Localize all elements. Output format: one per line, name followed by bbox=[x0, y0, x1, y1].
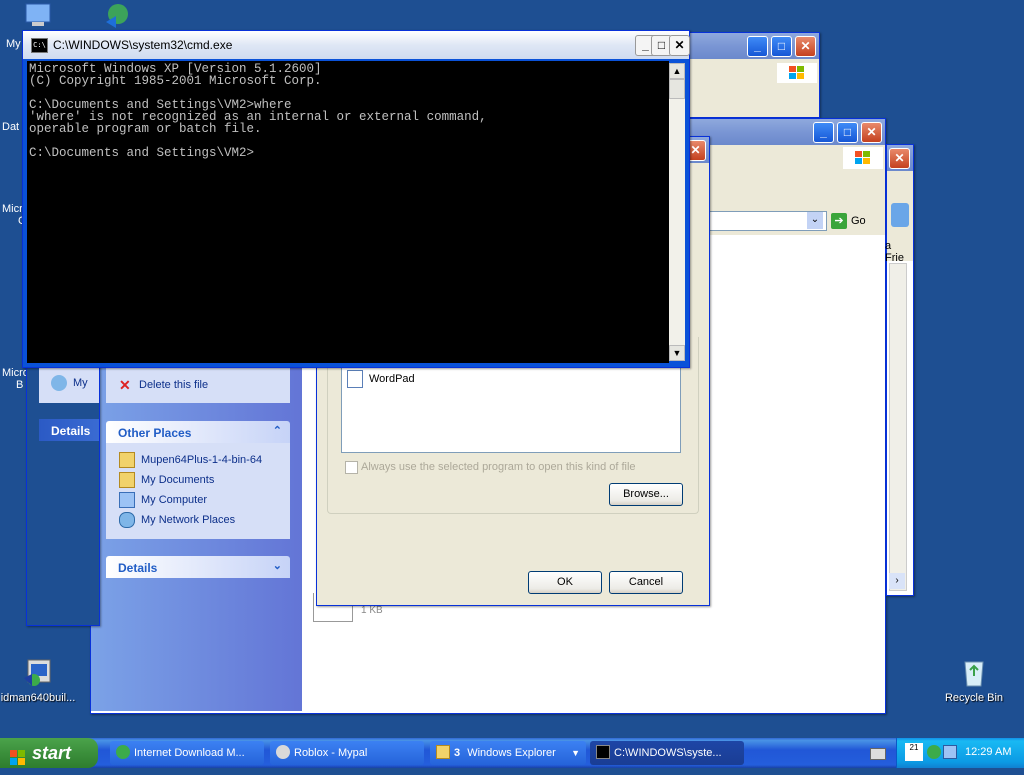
scroll-right-arrow[interactable]: › bbox=[889, 573, 905, 589]
scrollbar-right[interactable] bbox=[889, 263, 907, 591]
taskbar-btn-explorer-group[interactable]: 3 Windows Explorer ▼ bbox=[430, 741, 586, 765]
contacts-icon bbox=[891, 203, 909, 227]
taskbar-btn-label: Roblox - Mypal bbox=[294, 747, 368, 759]
minimize-button[interactable]: _ bbox=[747, 36, 768, 57]
details-header[interactable]: Details ⌄ bbox=[106, 556, 290, 578]
cmd-icon[interactable]: C:\ bbox=[31, 38, 48, 53]
ok-button[interactable]: OK bbox=[528, 571, 602, 594]
delete-icon: ✕ bbox=[119, 377, 131, 393]
scroll-up-arrow[interactable]: ▲ bbox=[669, 63, 685, 79]
recycle-bin-desktop-icon[interactable]: Recycle Bin bbox=[934, 656, 1014, 704]
scroll-down-arrow[interactable]: ▼ bbox=[669, 345, 685, 361]
close-button[interactable]: ✕ bbox=[861, 122, 882, 143]
place-label: My Network Places bbox=[141, 514, 236, 526]
dropdown-arrow-icon: ▼ bbox=[571, 748, 580, 758]
place-my-computer[interactable]: My Computer bbox=[119, 490, 207, 510]
cmd-icon bbox=[596, 745, 610, 759]
desktop-label-b: B bbox=[16, 379, 24, 391]
my-computer-icon bbox=[119, 492, 135, 508]
chevron-down-icon[interactable]: ⌄ bbox=[273, 559, 282, 572]
desktop-label-micro2: Micro bbox=[2, 367, 29, 379]
idm-icon bbox=[116, 745, 130, 759]
close-button[interactable]: ✕ bbox=[889, 148, 910, 169]
windows-logo-icon bbox=[777, 63, 817, 83]
cmd-titlebar[interactable]: C:\WINDOWS\system32\cmd.exe bbox=[23, 31, 689, 59]
network-places-icon bbox=[119, 512, 135, 528]
other-places-header[interactable]: Other Places ⌃ bbox=[106, 421, 290, 443]
go-arrow-icon: ➔ bbox=[831, 213, 847, 229]
delete-file-link[interactable]: ✕ Delete this file bbox=[119, 375, 208, 395]
details-left-title: Details bbox=[51, 424, 91, 438]
explorer-window-right: ✕ a Frie › bbox=[885, 144, 914, 596]
partial-friends-label: a Frie bbox=[885, 240, 904, 264]
installer-label: idman640buil... bbox=[0, 692, 76, 704]
maximize-button[interactable]: □ bbox=[771, 36, 792, 57]
place-my-documents[interactable]: My Documents bbox=[119, 470, 214, 490]
partial-my-label: My bbox=[73, 377, 88, 389]
windows-flag-icon bbox=[10, 745, 26, 765]
idman-installer-icon[interactable]: idman640buil... bbox=[0, 656, 78, 704]
maximize-button[interactable]: □ bbox=[837, 122, 858, 143]
cmd-window: C:\WINDOWS\system32\cmd.exe C:\ _ □ ✕ Mi… bbox=[22, 30, 690, 368]
browse-button[interactable]: Browse... bbox=[609, 483, 683, 506]
place-label: My Documents bbox=[141, 474, 215, 486]
place-mupen64[interactable]: Mupen64Plus-1-4-bin-64 bbox=[119, 450, 262, 470]
windows-logo-icon bbox=[843, 147, 883, 169]
details-title: Details bbox=[118, 561, 158, 575]
installer-icon bbox=[22, 656, 54, 688]
file-size-label: 1 KB bbox=[361, 605, 383, 616]
start-button[interactable]: start bbox=[0, 738, 98, 768]
taskbar-btn-cmd[interactable]: C:\WINDOWS\syste... bbox=[590, 741, 744, 765]
minimize-button[interactable]: _ bbox=[813, 122, 834, 143]
close-button[interactable]: ✕ bbox=[795, 36, 816, 57]
recycle-bin-icon bbox=[958, 656, 990, 688]
idm-tray-icon[interactable] bbox=[927, 745, 941, 759]
go-button[interactable]: ➔ Go bbox=[831, 212, 881, 230]
go-label: Go bbox=[851, 215, 866, 227]
start-label: start bbox=[32, 743, 72, 763]
place-network[interactable]: My Network Places bbox=[119, 510, 235, 530]
ime-indicator[interactable]: 21 bbox=[905, 743, 923, 761]
recycle-bin-label: Recycle Bin bbox=[944, 692, 1004, 704]
place-label: Mupen64Plus-1-4-bin-64 bbox=[141, 454, 263, 466]
my-computer-desktop-icon[interactable] bbox=[24, 2, 54, 28]
my-network-icon bbox=[51, 375, 67, 391]
desktop-label-my: My bbox=[6, 38, 21, 50]
console-line: (C) Copyright 1985-2001 Microsoft Corp. bbox=[29, 74, 322, 88]
chevron-up-icon[interactable]: ⌃ bbox=[273, 424, 282, 437]
close-button[interactable]: ✕ bbox=[669, 35, 690, 56]
console-area[interactable]: Microsoft Windows XP [Version 5.1.2600] … bbox=[27, 61, 669, 363]
place-label: My Computer bbox=[141, 494, 208, 506]
delete-file-label: Delete this file bbox=[139, 379, 209, 391]
console-line: operable program or batch file. bbox=[29, 122, 262, 136]
mypal-icon bbox=[276, 745, 290, 759]
cmd-title: C:\WINDOWS\system32\cmd.exe bbox=[53, 38, 233, 52]
other-places-title: Other Places bbox=[118, 426, 192, 440]
desktop-label-dat: Dat bbox=[2, 121, 20, 133]
taskbar-btn-label: Windows Explorer bbox=[467, 747, 556, 759]
ime-label: 21 bbox=[909, 743, 919, 752]
folder-icon bbox=[119, 452, 135, 468]
taskbar-btn-label: Internet Download M... bbox=[134, 747, 245, 759]
explorer-window-left: My Details bbox=[26, 360, 100, 626]
folder-icon bbox=[436, 745, 450, 759]
network-tray-icon[interactable] bbox=[943, 745, 957, 759]
details-left-header[interactable]: Details bbox=[39, 419, 99, 441]
internet-download-desktop-icon[interactable] bbox=[100, 2, 132, 30]
system-tray: 21 12:29 AM bbox=[896, 738, 1024, 768]
keyboard-icon[interactable] bbox=[870, 748, 886, 760]
taskbar-btn-label: C:\WINDOWS\syste... bbox=[614, 747, 722, 759]
scroll-thumb[interactable] bbox=[669, 79, 685, 99]
my-documents-icon bbox=[119, 472, 135, 488]
console-line: C:\Documents and Settings\VM2> bbox=[29, 146, 255, 160]
cancel-button[interactable]: Cancel bbox=[609, 571, 683, 594]
taskbar: start Internet Download M... Roblox - My… bbox=[0, 738, 1024, 768]
taskbar-btn-idm[interactable]: Internet Download M... bbox=[110, 741, 264, 765]
console-scrollbar[interactable]: ▲ ▼ bbox=[669, 63, 685, 361]
taskbar-group-count: 3 bbox=[454, 747, 461, 759]
clock[interactable]: 12:29 AM bbox=[965, 746, 1011, 758]
address-dropdown-button[interactable]: ⌄ bbox=[807, 212, 823, 229]
taskbar-btn-mypal[interactable]: Roblox - Mypal bbox=[270, 741, 424, 765]
